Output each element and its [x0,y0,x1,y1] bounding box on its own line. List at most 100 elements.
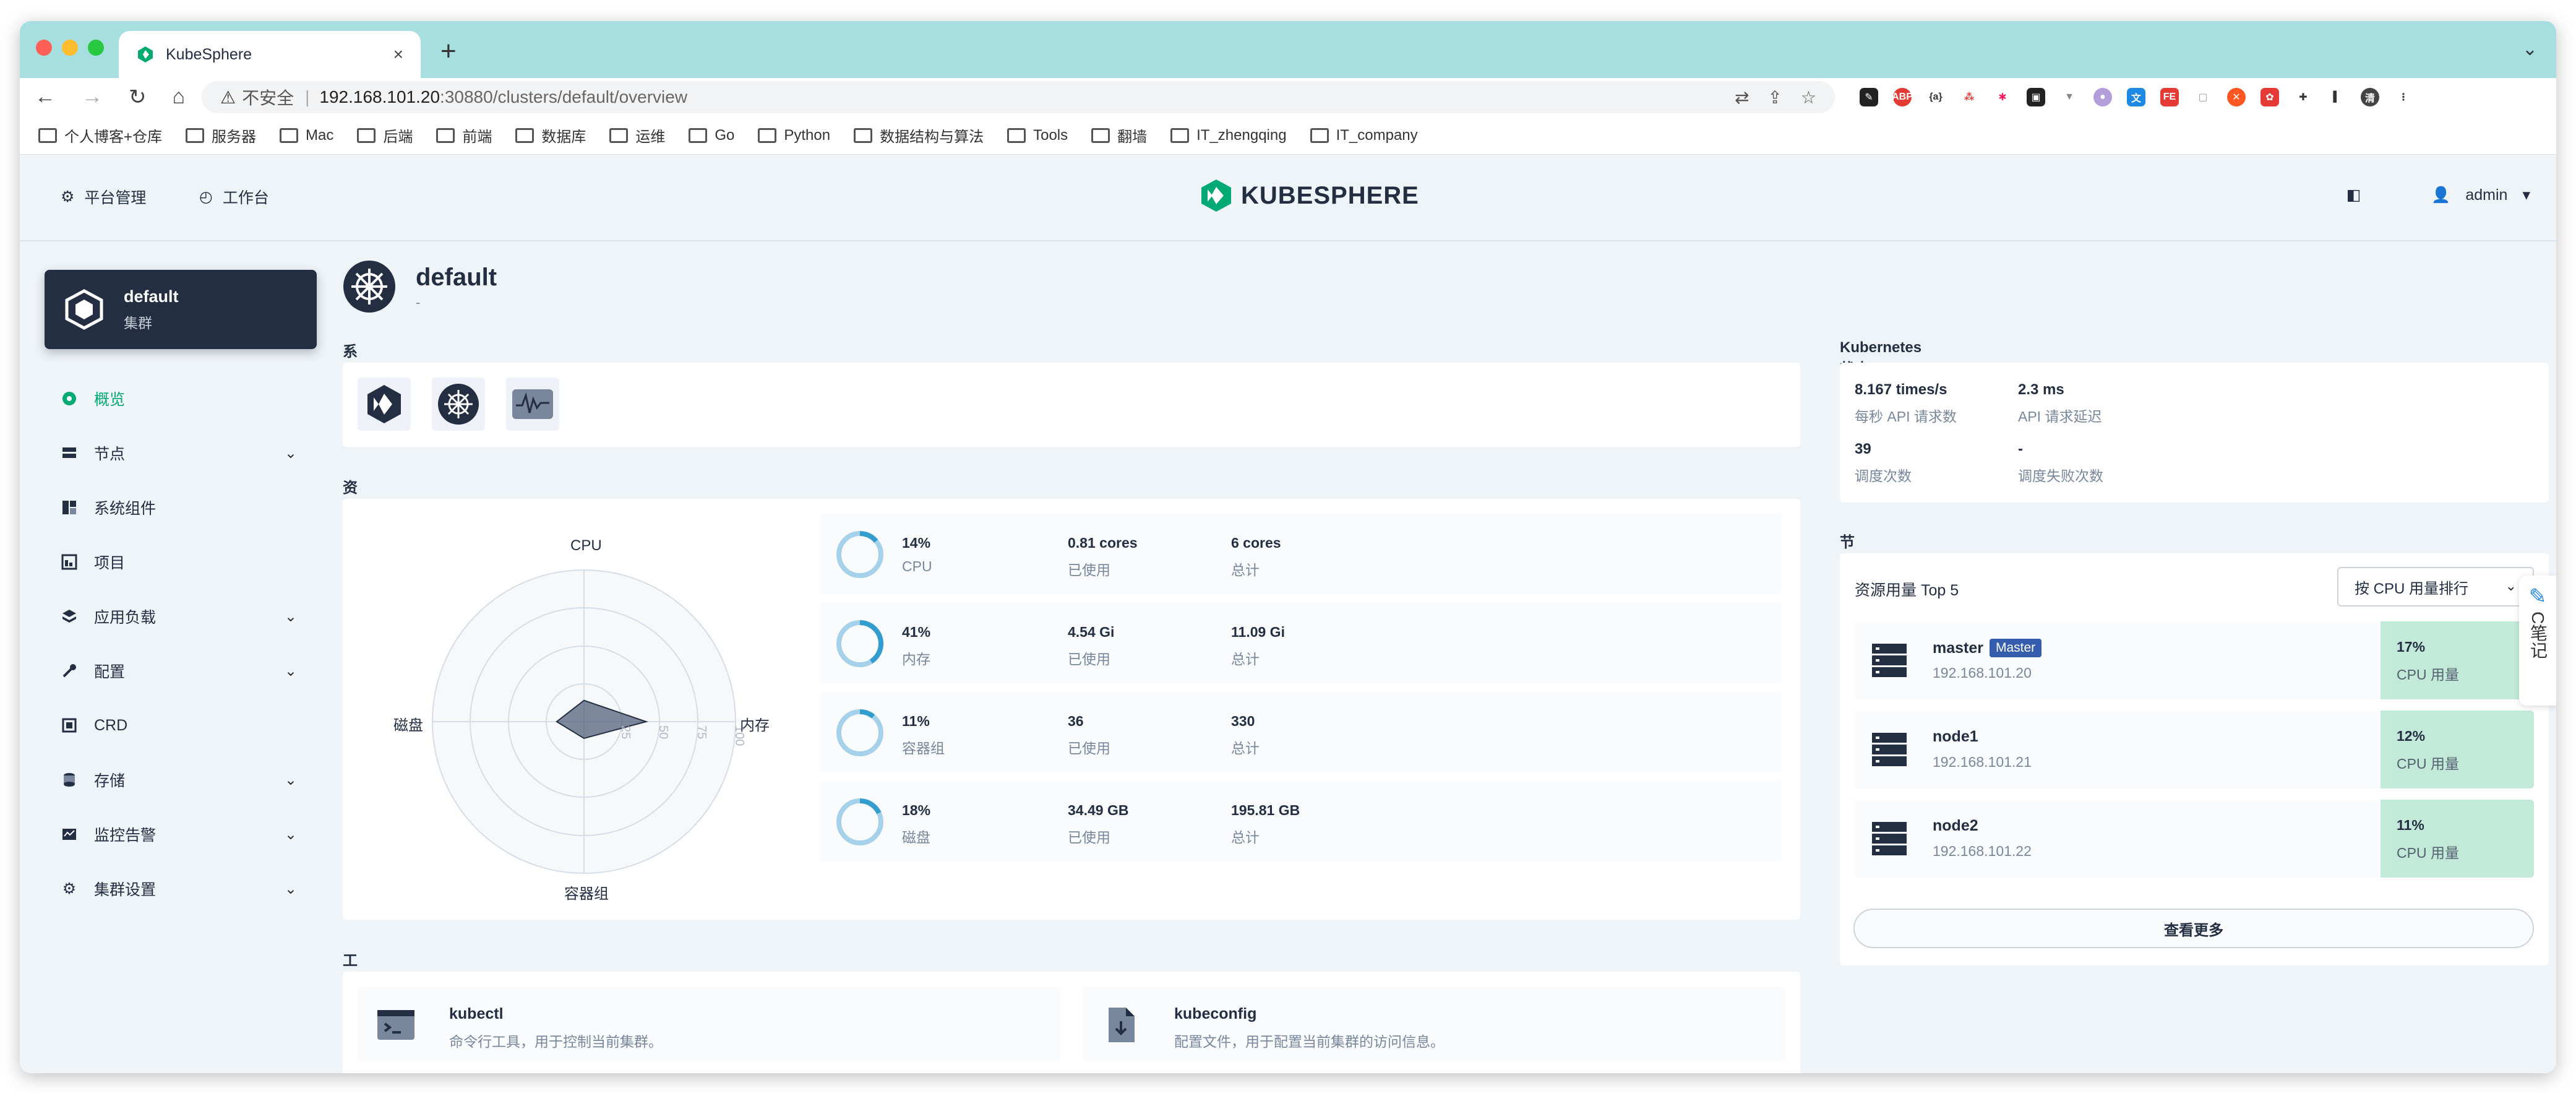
kubesphere-logo[interactable]: KUBESPHERE [1200,178,1419,213]
usage-total-label: 总计 [1231,740,1260,756]
close-tab-icon[interactable]: × [393,45,403,64]
extensions-puzzle-icon[interactable]: ✚ [2294,88,2312,106]
translate-icon[interactable]: ⇄ [1735,87,1749,108]
sidebar-item-monitoring[interactable]: 监控告警 ⌄ [45,807,317,862]
bookmark-folder[interactable]: IT_zhengqing [1170,127,1287,144]
bookmark-folder[interactable]: Mac [280,127,333,144]
back-icon[interactable]: ← [35,85,56,110]
node-row[interactable]: master Master 192.168.101.20 17% CPU 用量 [1853,621,2534,699]
sidepanel-icon[interactable]: ▌ [2327,88,2346,106]
config-icon [61,662,78,680]
sidebar-item-storage[interactable]: 存储 ⌄ [45,753,317,807]
sidebar-item-workloads[interactable]: 应用负载 ⌄ [45,589,317,644]
extension-pen-icon[interactable]: ✎ [1860,88,1878,106]
monitoring-component-icon[interactable] [506,378,559,431]
chevron-down-icon: ⌄ [284,663,297,680]
url-bar[interactable]: ⚠ 不安全 | 192.168.101.20 :30880/clusters/d… [202,81,1835,113]
radar-label-cpu: CPU [570,537,602,554]
sidebar-item-projects[interactable]: 项目 [45,535,317,589]
usage-total: 330 [1231,713,1255,729]
extension-vue-icon[interactable]: ▼ [2060,88,2079,106]
folder-icon [1091,127,1110,143]
folder-icon [357,127,376,143]
extension-box-icon[interactable]: ▣ [2027,88,2045,106]
sidebar-item-nodes[interactable]: 节点 ⌄ [45,426,317,480]
resource-radar-chart: 25 50 75 100 CPU 内存 容器组 磁盘 [361,524,807,907]
bookmark-folder[interactable]: 服务器 [186,124,256,146]
sidebar-item-overview[interactable]: 概览 [45,371,317,426]
sidebar-item-components[interactable]: 系统组件 [45,480,317,535]
bookmark-folder[interactable]: 数据库 [515,124,586,146]
usage-percent: 14% [902,535,931,551]
reload-icon[interactable]: ↻ [129,85,147,110]
extension-tree-icon[interactable]: ⁂ [1960,88,1978,106]
sidebar-item-crd[interactable]: CRD [45,698,317,753]
sidebar-item-cluster-settings[interactable]: ⚙ 集群设置 ⌄ [45,862,317,916]
c-note-widget[interactable]: ✎ C笔记 [2519,576,2556,706]
workbench-button[interactable]: ◴ 工作台 [199,186,269,208]
bookmark-star-icon[interactable]: ☆ [1801,87,1816,108]
components-panel [343,363,1800,447]
sort-select[interactable]: 按 CPU 用量排行 ⌄ [2337,567,2534,607]
extension-circle-icon[interactable]: ● [2093,88,2112,106]
bookmark-folder[interactable]: 翻墙 [1091,124,1147,146]
page-description: - [416,295,421,310]
platform-management-button[interactable]: ⚙ 平台管理 [61,186,146,208]
bookmark-folder[interactable]: IT_company [1310,127,1418,144]
kubesphere-component-icon[interactable] [358,378,411,431]
tool-kubectl[interactable]: kubectl 命令行工具，用于控制当前集群。 [358,987,1060,1061]
chevron-down-icon: ⌄ [284,608,297,625]
bookmark-folder[interactable]: 数据结构与算法 [854,124,984,146]
extension-fe-icon[interactable]: FE [2160,88,2179,106]
node-name: node2 [1933,817,1978,834]
bookmark-folder[interactable]: 个人博客+仓库 [38,124,162,146]
folder-icon [436,127,455,143]
folder-icon [515,127,535,143]
share-icon[interactable]: ⇪ [1767,87,1782,108]
new-tab-button[interactable]: + [440,36,457,67]
extension-red-icon[interactable]: ✿ [2260,88,2279,106]
toggle-theme-icon[interactable]: ◧ [2346,186,2361,204]
bookmark-folder[interactable]: 运维 [609,124,665,146]
node-row[interactable]: node1 192.168.101.21 12% CPU 用量 [1853,711,2534,788]
extension-gray-icon[interactable]: ▢ [2194,88,2212,106]
usage-donut [836,709,883,756]
url-host: 192.168.101.20 [319,87,440,106]
bookmark-folder[interactable]: Tools [1007,127,1068,144]
sidebar-item-config[interactable]: 配置 ⌄ [45,644,317,698]
extension-adblock-icon[interactable]: ABP [1892,88,1913,106]
tab-search-icon[interactable]: ⌄ [2522,38,2538,60]
bookmark-folder[interactable]: Go [689,127,734,144]
profile-avatar-icon[interactable]: 清 [2361,88,2379,106]
minimize-window-button[interactable] [62,40,78,56]
folder-icon [186,127,205,143]
browser-menu-icon[interactable]: ⋮ [2394,88,2413,106]
cluster-selector-card[interactable]: default 集群 [45,270,317,349]
usage-used-label: 已使用 [1068,740,1110,756]
extension-translate-icon[interactable]: 文 [2127,88,2145,106]
bookmark-folder[interactable]: 后端 [357,124,413,146]
node-name: master [1933,639,1983,657]
browser-tab[interactable]: KubeSphere × [119,31,421,78]
usage-name: 磁盘 [902,829,930,845]
usage-donut [836,620,883,667]
extension-star-icon[interactable]: ✱ [1993,88,2012,106]
user-menu[interactable]: ◧ 👤 admin ▾ [2346,186,2530,204]
tool-kubeconfig[interactable]: kubeconfig 配置文件，用于配置当前集群的访问信息。 [1083,987,1785,1061]
close-window-button[interactable] [36,40,52,56]
node-row[interactable]: node2 192.168.101.22 11% CPU 用量 [1853,800,2534,878]
extension-json-icon[interactable]: {a} [1926,88,1945,106]
projects-icon [61,553,78,571]
usage-donut [836,798,883,845]
usage-used-label: 已使用 [1068,562,1110,578]
gear-icon: ⚙ [61,188,75,205]
kubernetes-component-icon[interactable] [432,378,485,431]
maximize-window-button[interactable] [88,40,104,56]
radar-label-memory: 内存 [740,717,770,734]
view-more-button[interactable]: 查看更多 [1853,909,2534,948]
bookmark-folder[interactable]: 前端 [436,124,492,146]
forward-icon[interactable]: → [82,85,103,110]
home-icon[interactable]: ⌂ [173,85,186,110]
extension-orange-icon[interactable]: ✕ [2227,88,2246,106]
bookmark-folder[interactable]: Python [758,127,830,144]
